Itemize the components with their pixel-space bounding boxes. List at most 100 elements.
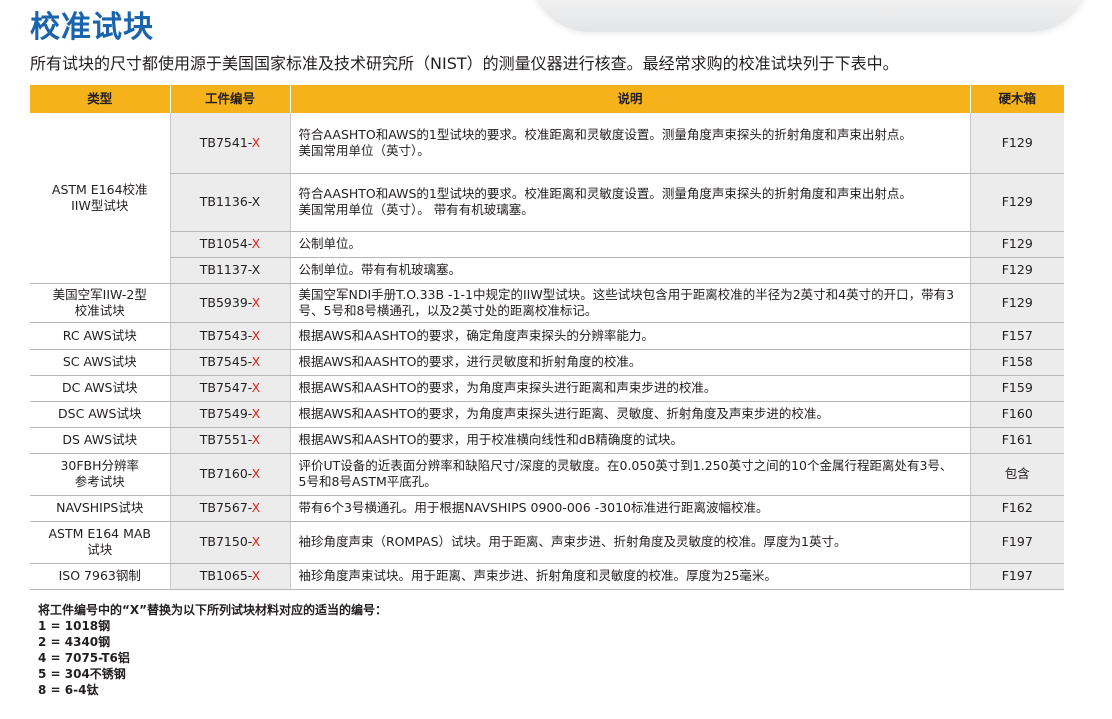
material-item: 8 = 6-4钛 bbox=[38, 683, 99, 697]
hardwood-case-code: F162 bbox=[970, 495, 1064, 522]
part-number: TB1137-X bbox=[170, 257, 291, 284]
part-number-prefix: TB1137- bbox=[199, 262, 252, 277]
part-number: TB7150-X bbox=[170, 521, 291, 564]
description: 符合AASHTO和AWS的1型试块的要求。校准距离和灵敏度设置。测量角度声束探头… bbox=[290, 173, 971, 232]
part-number: TB7547-X bbox=[170, 375, 291, 402]
material-placeholder-x: X bbox=[251, 500, 261, 515]
header-hardwood-case: 硬木箱 bbox=[970, 85, 1064, 113]
hardwood-case-code: F158 bbox=[970, 349, 1064, 376]
description-line: 带有6个3号横通孔。用于根据NAVSHIPS 0900-006 -3010标准进… bbox=[298, 500, 769, 515]
description: 袖珍角度声束（ROMPAS）试块。用于距离、声束步进、折射角度及灵敏度的校准。厚… bbox=[290, 521, 971, 564]
material-placeholder-x: X bbox=[251, 432, 261, 447]
part-number-prefix: TB7547- bbox=[199, 380, 252, 395]
description-line: 符合AASHTO和AWS的1型试块的要求。校准距离和灵敏度设置。测量角度声束探头… bbox=[298, 126, 912, 142]
table-row: DSC AWS试块 TB7549-X 根据AWS和AASHTO的要求，为角度声束探头… bbox=[30, 401, 1064, 428]
material-placeholder-x: X bbox=[251, 380, 261, 395]
part-number-prefix: TB5939- bbox=[199, 294, 252, 310]
part-number-prefix: TB1054- bbox=[199, 236, 252, 251]
description: 美国空军NDI手册T.O.33B -1-1中规定的IIW型试块。这些试块包含用于… bbox=[290, 283, 971, 323]
material-placeholder-x: X bbox=[251, 194, 261, 209]
table-row: SC AWS试块 TB7545-X 根据AWS和AASHTO的要求，进行灵敏度和折射… bbox=[30, 349, 1064, 376]
block-type: ASTM E164 MAB 试块 bbox=[30, 521, 171, 564]
corner-decoration bbox=[530, 0, 1090, 32]
part-number: TB5939-X bbox=[170, 283, 291, 323]
material-placeholder-x: X bbox=[251, 134, 261, 150]
table-row: NAVSHIPS试块 TB7567-X 带有6个3号横通孔。用于根据NAVSHIPS… bbox=[30, 495, 1064, 522]
block-type: SC AWS试块 bbox=[30, 349, 171, 376]
hardwood-case-code: F129 bbox=[970, 283, 1064, 323]
hardwood-case-code: F197 bbox=[970, 521, 1064, 564]
material-placeholder-x: X bbox=[251, 406, 261, 421]
description-line: 评价UT设备的近表面分辨率和缺陷尺寸/深度的灵敏度。在0.050英寸到1.250… bbox=[298, 458, 953, 489]
table-header-row: 类型 工件编号 说明 硬木箱 bbox=[30, 85, 1064, 113]
description-line: 根据AWS和AASHTO的要求，为角度声束探头进行距离和声束步进的校准。 bbox=[298, 380, 717, 395]
hardwood-case-code: F157 bbox=[970, 322, 1064, 350]
intro-text: 所有试块的尺寸都使用源于美国国家标准及技术研究所（NIST）的测量仪器进行核查。… bbox=[30, 54, 899, 73]
table-row: DC AWS试块 TB7547-X 根据AWS和AASHTO的要求，为角度声束探头进… bbox=[30, 375, 1064, 402]
table-row: TB1136-X 符合AASHTO和AWS的1型试块的要求。校准距离和灵敏度设置。… bbox=[30, 173, 1064, 232]
part-number: TB7160-X bbox=[170, 453, 291, 496]
part-number-prefix: TB7543- bbox=[199, 327, 252, 343]
part-number-prefix: TB7541- bbox=[199, 134, 252, 150]
hardwood-case-code: 包含 bbox=[970, 453, 1064, 496]
description: 带有6个3号横通孔。用于根据NAVSHIPS 0900-006 -3010标准进… bbox=[290, 495, 971, 522]
part-number: TB1054-X bbox=[170, 231, 291, 258]
part-number: TB7543-X bbox=[170, 322, 291, 350]
description-line: 根据AWS和AASHTO的要求，用于校准横向线性和dB精确度的试块。 bbox=[298, 432, 683, 447]
material-placeholder-x: X bbox=[251, 327, 261, 343]
hardwood-case-code: F159 bbox=[970, 375, 1064, 402]
table-row: RC AWS试块 TB7543-X 根据AWS和AASHTO的要求，确定角度声束探头… bbox=[30, 322, 1064, 350]
block-type: RC AWS试块 bbox=[30, 322, 171, 350]
table-row: TB1137-X 公制单位。带有有机玻璃塞。 F129 bbox=[30, 257, 1064, 284]
material-placeholder-x: X bbox=[251, 236, 261, 251]
material-note: 将工件编号中的“X”替换为以下所列试块材料对应的适当的编号： 1 = 1018钢… bbox=[38, 602, 387, 698]
material-placeholder-x: X bbox=[251, 534, 261, 549]
hardwood-case-code: F160 bbox=[970, 401, 1064, 428]
part-number-prefix: TB7567- bbox=[199, 500, 252, 515]
description: 评价UT设备的近表面分辨率和缺陷尺寸/深度的灵敏度。在0.050英寸到1.250… bbox=[290, 453, 971, 496]
block-type: DS AWS试块 bbox=[30, 427, 171, 454]
part-number: TB7545-X bbox=[170, 349, 291, 376]
part-number: TB7541-X bbox=[170, 113, 291, 174]
table-row: 30FBH分辨率 参考试块 TB7160-X 评价UT设备的近表面分辨率和缺陷尺寸/… bbox=[30, 453, 1064, 496]
material-placeholder-x: X bbox=[251, 568, 261, 583]
block-type: ASTM E164校准 IIW型试块 bbox=[30, 113, 171, 284]
hardwood-case-code: F129 bbox=[970, 173, 1064, 232]
part-number-prefix: TB7150- bbox=[199, 534, 252, 549]
table-row: ISO 7963钢制 TB1065-X 袖珍角度声束试块。用于距离、声束步进、折射角… bbox=[30, 563, 1064, 590]
block-type: DSC AWS试块 bbox=[30, 401, 171, 428]
material-item: 5 = 304不锈钢 bbox=[38, 667, 126, 681]
part-number: TB1065-X bbox=[170, 563, 291, 590]
description: 根据AWS和AASHTO的要求，为角度声束探头进行距离、灵敏度、折射角度及声束步… bbox=[290, 401, 971, 428]
part-number: TB7549-X bbox=[170, 401, 291, 428]
part-number: TB7551-X bbox=[170, 427, 291, 454]
part-number-prefix: TB1065- bbox=[199, 568, 252, 583]
material-placeholder-x: X bbox=[251, 354, 261, 369]
description: 符合AASHTO和AWS的1型试块的要求。校准距离和灵敏度设置。测量角度声束探头… bbox=[290, 113, 971, 174]
description-line: 袖珍角度声束试块。用于距离、声束步进、折射角度和灵敏度的校准。厚度为25毫米。 bbox=[298, 568, 777, 583]
description: 根据AWS和AASHTO的要求，用于校准横向线性和dB精确度的试块。 bbox=[290, 427, 971, 454]
block-type: 美国空军IIW-2型 校准试块 bbox=[30, 283, 171, 323]
part-number: TB1136-X bbox=[170, 173, 291, 232]
material-placeholder-x: X bbox=[251, 466, 261, 481]
material-item: 4 = 7075-T6铝 bbox=[38, 651, 130, 665]
hardwood-case-code: F129 bbox=[970, 257, 1064, 284]
block-type: DC AWS试块 bbox=[30, 375, 171, 402]
description: 公制单位。带有有机玻璃塞。 bbox=[290, 257, 971, 284]
description-line: 根据AWS和AASHTO的要求，进行灵敏度和折射角度的校准。 bbox=[298, 354, 642, 369]
description-line: 公制单位。带有有机玻璃塞。 bbox=[298, 262, 462, 277]
description-line: 美国常用单位（英寸）。 bbox=[298, 142, 430, 158]
part-number-prefix: TB7160- bbox=[199, 466, 252, 481]
header-part-number: 工件编号 bbox=[170, 85, 291, 113]
part-number-prefix: TB7549- bbox=[199, 406, 252, 421]
description: 根据AWS和AASHTO的要求，进行灵敏度和折射角度的校准。 bbox=[290, 349, 971, 376]
block-type: ISO 7963钢制 bbox=[30, 563, 171, 590]
part-number: TB7567-X bbox=[170, 495, 291, 522]
material-note-heading: 将工件编号中的“X”替换为以下所列试块材料对应的适当的编号： bbox=[38, 603, 388, 617]
table-body: ASTM E164校准 IIW型试块 TB7541-X 符合AASHTO和AWS的1… bbox=[30, 113, 1064, 590]
description: 公制单位。 bbox=[290, 231, 971, 258]
material-item: 1 = 1018钢 bbox=[38, 619, 111, 633]
part-number-prefix: TB1136- bbox=[199, 194, 252, 209]
table-row: ASTM E164 MAB 试块 TB7150-X 袖珍角度声束（ROMPAS）试块… bbox=[30, 521, 1064, 564]
header-description: 说明 bbox=[290, 85, 971, 113]
